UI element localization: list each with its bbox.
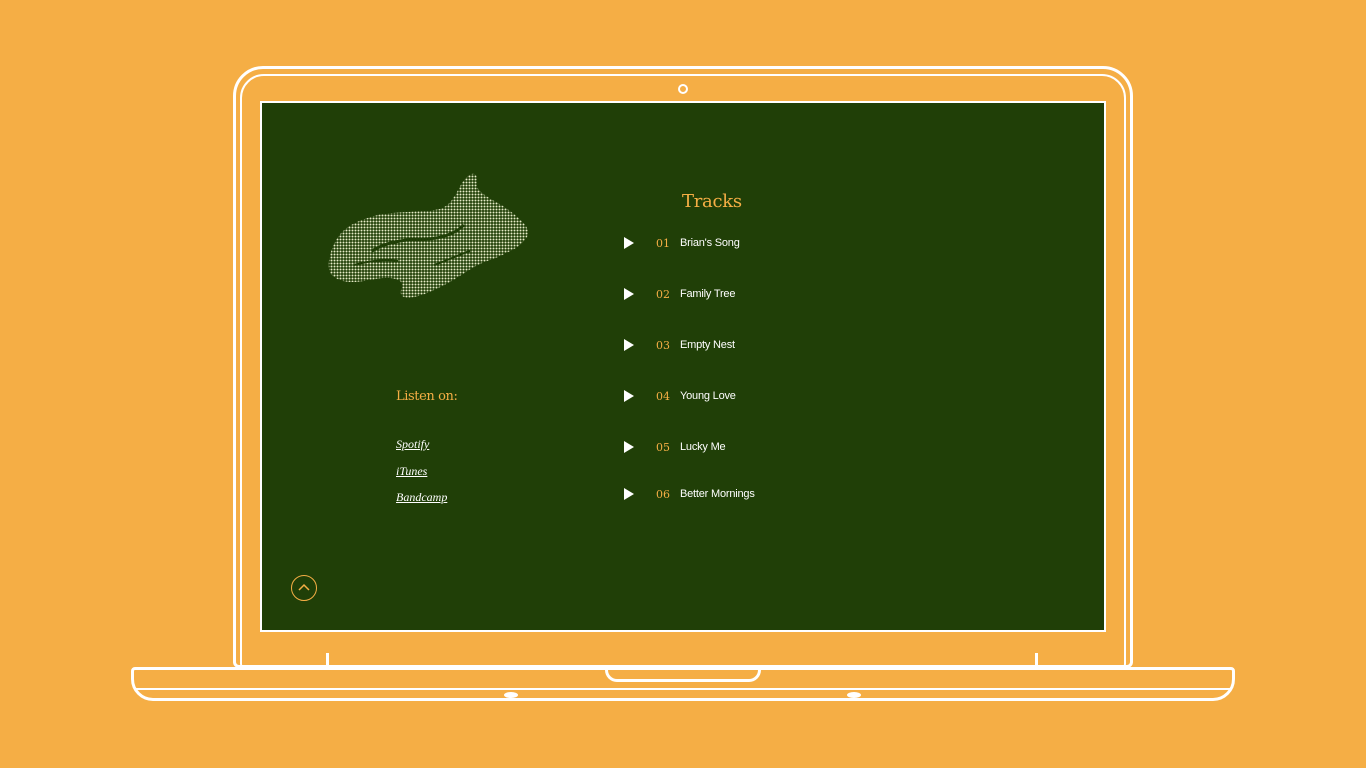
chevron-up-icon	[298, 583, 310, 591]
track-row[interactable]: 01 Brian's Song	[624, 233, 740, 253]
track-row[interactable]: 06 Better Mornings	[624, 484, 755, 504]
track-number: 05	[656, 440, 670, 454]
fish-illustration	[328, 173, 529, 298]
back-to-top-button[interactable]	[291, 575, 317, 601]
bandcamp-link[interactable]: Bandcamp	[396, 490, 447, 505]
laptop-notch	[605, 667, 761, 682]
laptop-foot-right	[847, 692, 861, 698]
track-row[interactable]: 02 Family Tree	[624, 284, 735, 304]
listen-on-label: Listen on:	[396, 389, 458, 404]
laptop-foot-left	[504, 692, 518, 698]
track-title[interactable]: Brian's Song	[680, 237, 740, 249]
itunes-link[interactable]: iTunes	[396, 464, 427, 479]
track-number: 03	[656, 338, 670, 352]
camera-icon	[678, 84, 688, 94]
tracks-heading: Tracks	[682, 191, 742, 212]
track-title[interactable]: Family Tree	[680, 288, 735, 300]
stage: Tracks 01 Brian's Song 02 Family Tree 03…	[0, 0, 1366, 768]
track-title[interactable]: Young Love	[680, 390, 736, 402]
track-number: 02	[656, 287, 670, 301]
track-number: 01	[656, 236, 670, 250]
track-title[interactable]: Empty Nest	[680, 339, 735, 351]
laptop-base-edge	[134, 688, 1232, 690]
play-icon[interactable]	[624, 441, 634, 453]
track-number: 06	[656, 487, 670, 501]
spotify-link[interactable]: Spotify	[396, 437, 429, 452]
track-row[interactable]: 03 Empty Nest	[624, 335, 735, 355]
track-row[interactable]: 04 Young Love	[624, 386, 736, 406]
screen: Tracks 01 Brian's Song 02 Family Tree 03…	[260, 101, 1106, 632]
track-row[interactable]: 05 Lucky Me	[624, 437, 726, 457]
play-icon[interactable]	[624, 390, 634, 402]
track-title[interactable]: Better Mornings	[680, 488, 755, 500]
track-title[interactable]: Lucky Me	[680, 441, 726, 453]
play-icon[interactable]	[624, 237, 634, 249]
play-icon[interactable]	[624, 339, 634, 351]
play-icon[interactable]	[624, 288, 634, 300]
play-icon[interactable]	[624, 488, 634, 500]
track-number: 04	[656, 389, 670, 403]
